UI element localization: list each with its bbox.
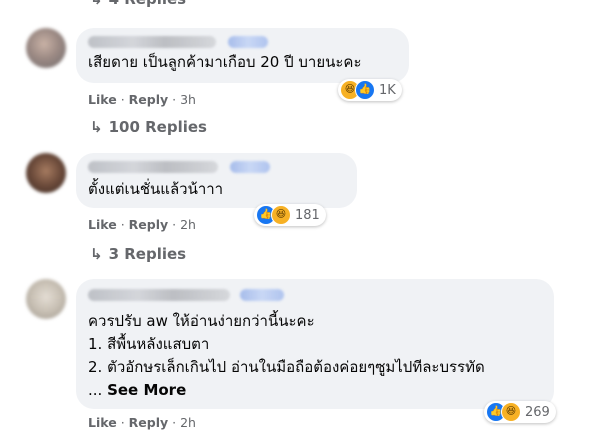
comment-text-line: 2. ตัวอักษรเล็กเกินไป อ่านในมือถือต้องค่… xyxy=(88,358,485,376)
comment-text-line: 1. สีพื้นหลังแสบตา xyxy=(88,335,210,353)
see-more-line: ... See More xyxy=(88,381,187,399)
reaction-summary[interactable]: 👍 😆 181 xyxy=(254,204,326,226)
avatar[interactable] xyxy=(26,28,66,68)
comment-actions: Like · Reply · 3h xyxy=(88,92,196,107)
view-replies-link[interactable]: ↳ 100 Replies xyxy=(90,118,207,136)
commenter-badge xyxy=(230,161,270,173)
comment-text: เสียดาย เป็นลูกค้ามาเกือบ 20 ปี บายนะคะ xyxy=(88,53,362,71)
commenter-badge xyxy=(240,289,284,301)
like-button[interactable]: Like xyxy=(88,415,117,430)
timestamp[interactable]: 2h xyxy=(180,415,196,430)
like-button[interactable]: Like xyxy=(88,217,117,232)
comment-text-line: ควรปรับ aw ให้อ่านง่ายกว่านี้นะคะ xyxy=(88,312,315,330)
timestamp[interactable]: 3h xyxy=(180,92,196,107)
comment-bubble: ตั้งแต่เนชั่นแล้วน้าาา xyxy=(76,153,357,208)
see-more-link[interactable]: See More xyxy=(107,381,186,399)
commenter-name[interactable] xyxy=(88,289,230,301)
reply-button[interactable]: Reply xyxy=(129,92,168,107)
view-replies-link[interactable]: ↳ 3 Replies xyxy=(90,245,186,263)
avatar[interactable] xyxy=(26,279,66,319)
reaction-summary[interactable]: 😆 👍 1K xyxy=(338,79,402,101)
reply-arrow-icon: ↳ xyxy=(90,245,103,263)
reply-button[interactable]: Reply xyxy=(129,217,168,232)
commenter-name[interactable] xyxy=(88,161,218,173)
haha-icon: 😆 xyxy=(271,205,291,225)
commenter-badge xyxy=(228,36,268,48)
comment-text: ตั้งแต่เนชั่นแล้วน้าาา xyxy=(88,180,224,198)
haha-icon: 😆 xyxy=(501,402,521,422)
commenter-name[interactable] xyxy=(88,36,216,48)
reply-arrow-icon: ↳ xyxy=(90,0,103,8)
like-button[interactable]: Like xyxy=(88,92,117,107)
reply-arrow-icon: ↳ xyxy=(90,118,103,136)
reply-button[interactable]: Reply xyxy=(129,415,168,430)
reaction-summary[interactable]: 👍 😆 269 xyxy=(484,401,556,423)
like-icon: 👍 xyxy=(355,80,375,100)
comment-bubble: ควรปรับ aw ให้อ่านง่ายกว่านี้นะคะ 1. สีพ… xyxy=(76,279,554,409)
comment-bubble: เสียดาย เป็นลูกค้ามาเกือบ 20 ปี บายนะคะ xyxy=(76,28,409,83)
comment-actions: Like · Reply · 2h xyxy=(88,217,196,232)
timestamp[interactable]: 2h xyxy=(180,217,196,232)
avatar[interactable] xyxy=(26,153,66,193)
comment-actions: Like · Reply · 2h xyxy=(88,415,196,430)
view-replies-link[interactable]: ↳4 Replies xyxy=(90,0,186,8)
